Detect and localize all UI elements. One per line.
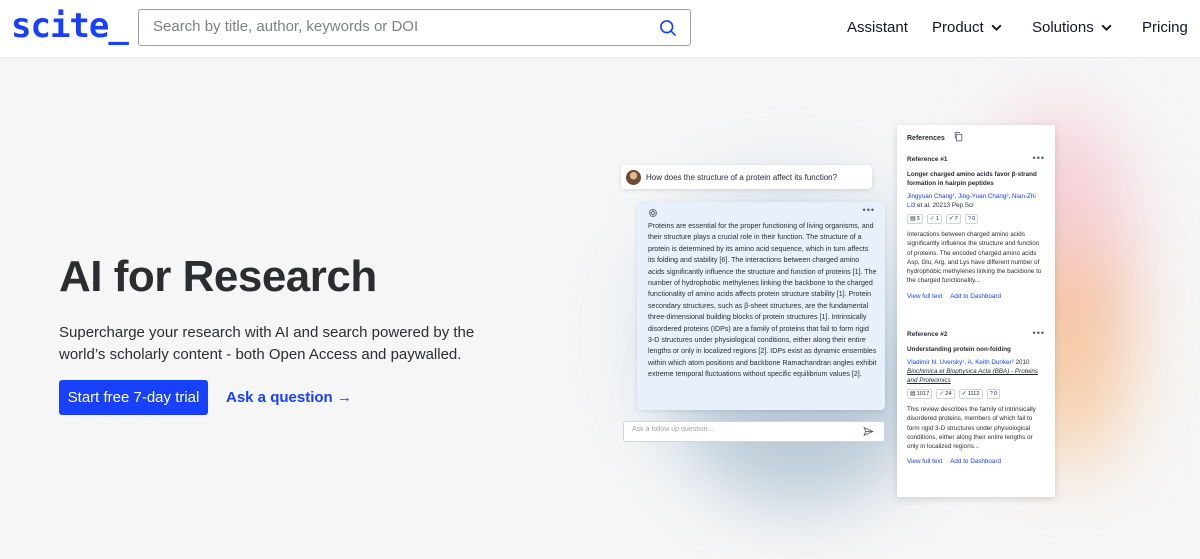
nav-assistant[interactable]: Assistant	[847, 19, 908, 36]
user-question-bubble: How does the structure of a protein affe…	[621, 165, 872, 189]
more-options-icon[interactable]: •••	[1033, 328, 1045, 338]
search-input[interactable]	[153, 18, 633, 35]
reference-meta: 2010	[1013, 359, 1030, 366]
reference-item: Reference #1 ••• Longer charged amino ac…	[907, 153, 1045, 300]
add-to-dashboard-link[interactable]: Add to Dashboard	[950, 293, 1001, 300]
nav-solutions[interactable]: Solutions	[1032, 19, 1113, 36]
reference-item: Reference #2 ••• Understanding protein n…	[907, 328, 1045, 465]
reference-label: Reference #1	[907, 156, 948, 163]
supporting-citations-badge[interactable]: ✓ 1	[926, 214, 942, 224]
hero-title: AI for Research	[59, 252, 377, 301]
search-bar[interactable]	[138, 9, 691, 46]
reference-journal[interactable]: Biochimica et Biophysica Acta (BBA) - Pr…	[907, 368, 1038, 384]
followup-input[interactable]	[632, 426, 852, 433]
reference-title: Longer charged amino acids favor β-stran…	[907, 171, 1037, 187]
reference-actions: View full text Add to Dashboard	[907, 458, 1045, 465]
reference-label: Reference #2	[907, 331, 948, 338]
nav-pricing-label: Pricing	[1142, 19, 1188, 36]
citation-badges: ▤ 1017 ✓ 24 ✓ 1112 ? 0	[907, 389, 1045, 399]
nav-assistant-label: Assistant	[847, 19, 908, 36]
scite-logo[interactable]: scite_	[11, 6, 129, 46]
references-title: References	[907, 135, 945, 142]
citing-publications-badge[interactable]: ▤ 3	[907, 214, 923, 224]
copy-icon[interactable]	[953, 131, 964, 142]
user-question-text: How does the structure of a protein affe…	[646, 172, 838, 182]
more-options-icon[interactable]: •••	[863, 205, 875, 215]
more-options-icon[interactable]: •••	[1033, 153, 1045, 163]
nav-pricing[interactable]: Pricing	[1142, 19, 1188, 36]
assistant-logo-icon	[649, 209, 657, 217]
nav-solutions-label: Solutions	[1032, 19, 1094, 36]
start-trial-button[interactable]: Start free 7-day trial	[59, 380, 208, 415]
supporting-citations-badge[interactable]: ✓ 24	[936, 389, 955, 399]
contrasting-citations-badge[interactable]: ? 0	[964, 214, 979, 224]
assistant-answer-card: ••• Proteins are essential for the prope…	[637, 202, 885, 410]
view-full-text-link[interactable]: View full text	[907, 458, 942, 465]
mentioning-citations-badge[interactable]: ✓ 7	[945, 214, 961, 224]
avatar	[626, 169, 641, 185]
mentioning-citations-badge[interactable]: ✓ 1112	[958, 389, 983, 399]
reference-actions: View full text Add to Dashboard	[907, 293, 1045, 300]
contrasting-citations-badge[interactable]: ? 0	[986, 389, 1001, 399]
reference-authors: Jingyuan Chang¹, Jing-Yuan Chang², Nian-…	[907, 192, 1045, 210]
nav-product[interactable]: Product	[932, 19, 1003, 36]
reference-title: Understanding protein non-folding	[907, 346, 1011, 353]
reference-meta: et al. 20213 Pep Sci	[915, 202, 974, 209]
add-to-dashboard-link[interactable]: Add to Dashboard	[950, 458, 1001, 465]
assistant-answer-text: Proteins are essential for the proper fu…	[648, 222, 877, 379]
hero-subtitle: Supercharge your research with AI and se…	[59, 324, 475, 363]
citation-badges: ▤ 3 ✓ 1 ✓ 7 ? 0	[907, 214, 1045, 224]
top-header: scite_ Assistant Product Solutions Prici…	[0, 0, 1200, 58]
references-panel: References Reference #1 ••• Longer charg…	[897, 125, 1055, 497]
view-full-text-link[interactable]: View full text	[907, 293, 942, 300]
followup-field[interactable]	[623, 421, 885, 442]
chevron-down-icon	[991, 24, 1002, 32]
reference-abstract: Interactions between charged amino acids…	[907, 231, 1042, 285]
search-icon[interactable]	[658, 18, 678, 38]
reference-authors: Vladimir N. Uversky¹, A. Keith Dunker² 2…	[907, 358, 1045, 385]
reference-abstract: This review describes the family of intr…	[907, 406, 1036, 451]
send-icon[interactable]	[863, 426, 874, 437]
nav-product-label: Product	[932, 19, 984, 36]
ask-question-link[interactable]: Ask a question →	[226, 389, 352, 406]
reference-author-links[interactable]: Vladimir N. Uversky¹, A. Keith Dunker²	[907, 359, 1014, 366]
citing-publications-badge[interactable]: ▤ 1017	[907, 389, 933, 399]
chevron-down-icon	[1101, 24, 1112, 32]
